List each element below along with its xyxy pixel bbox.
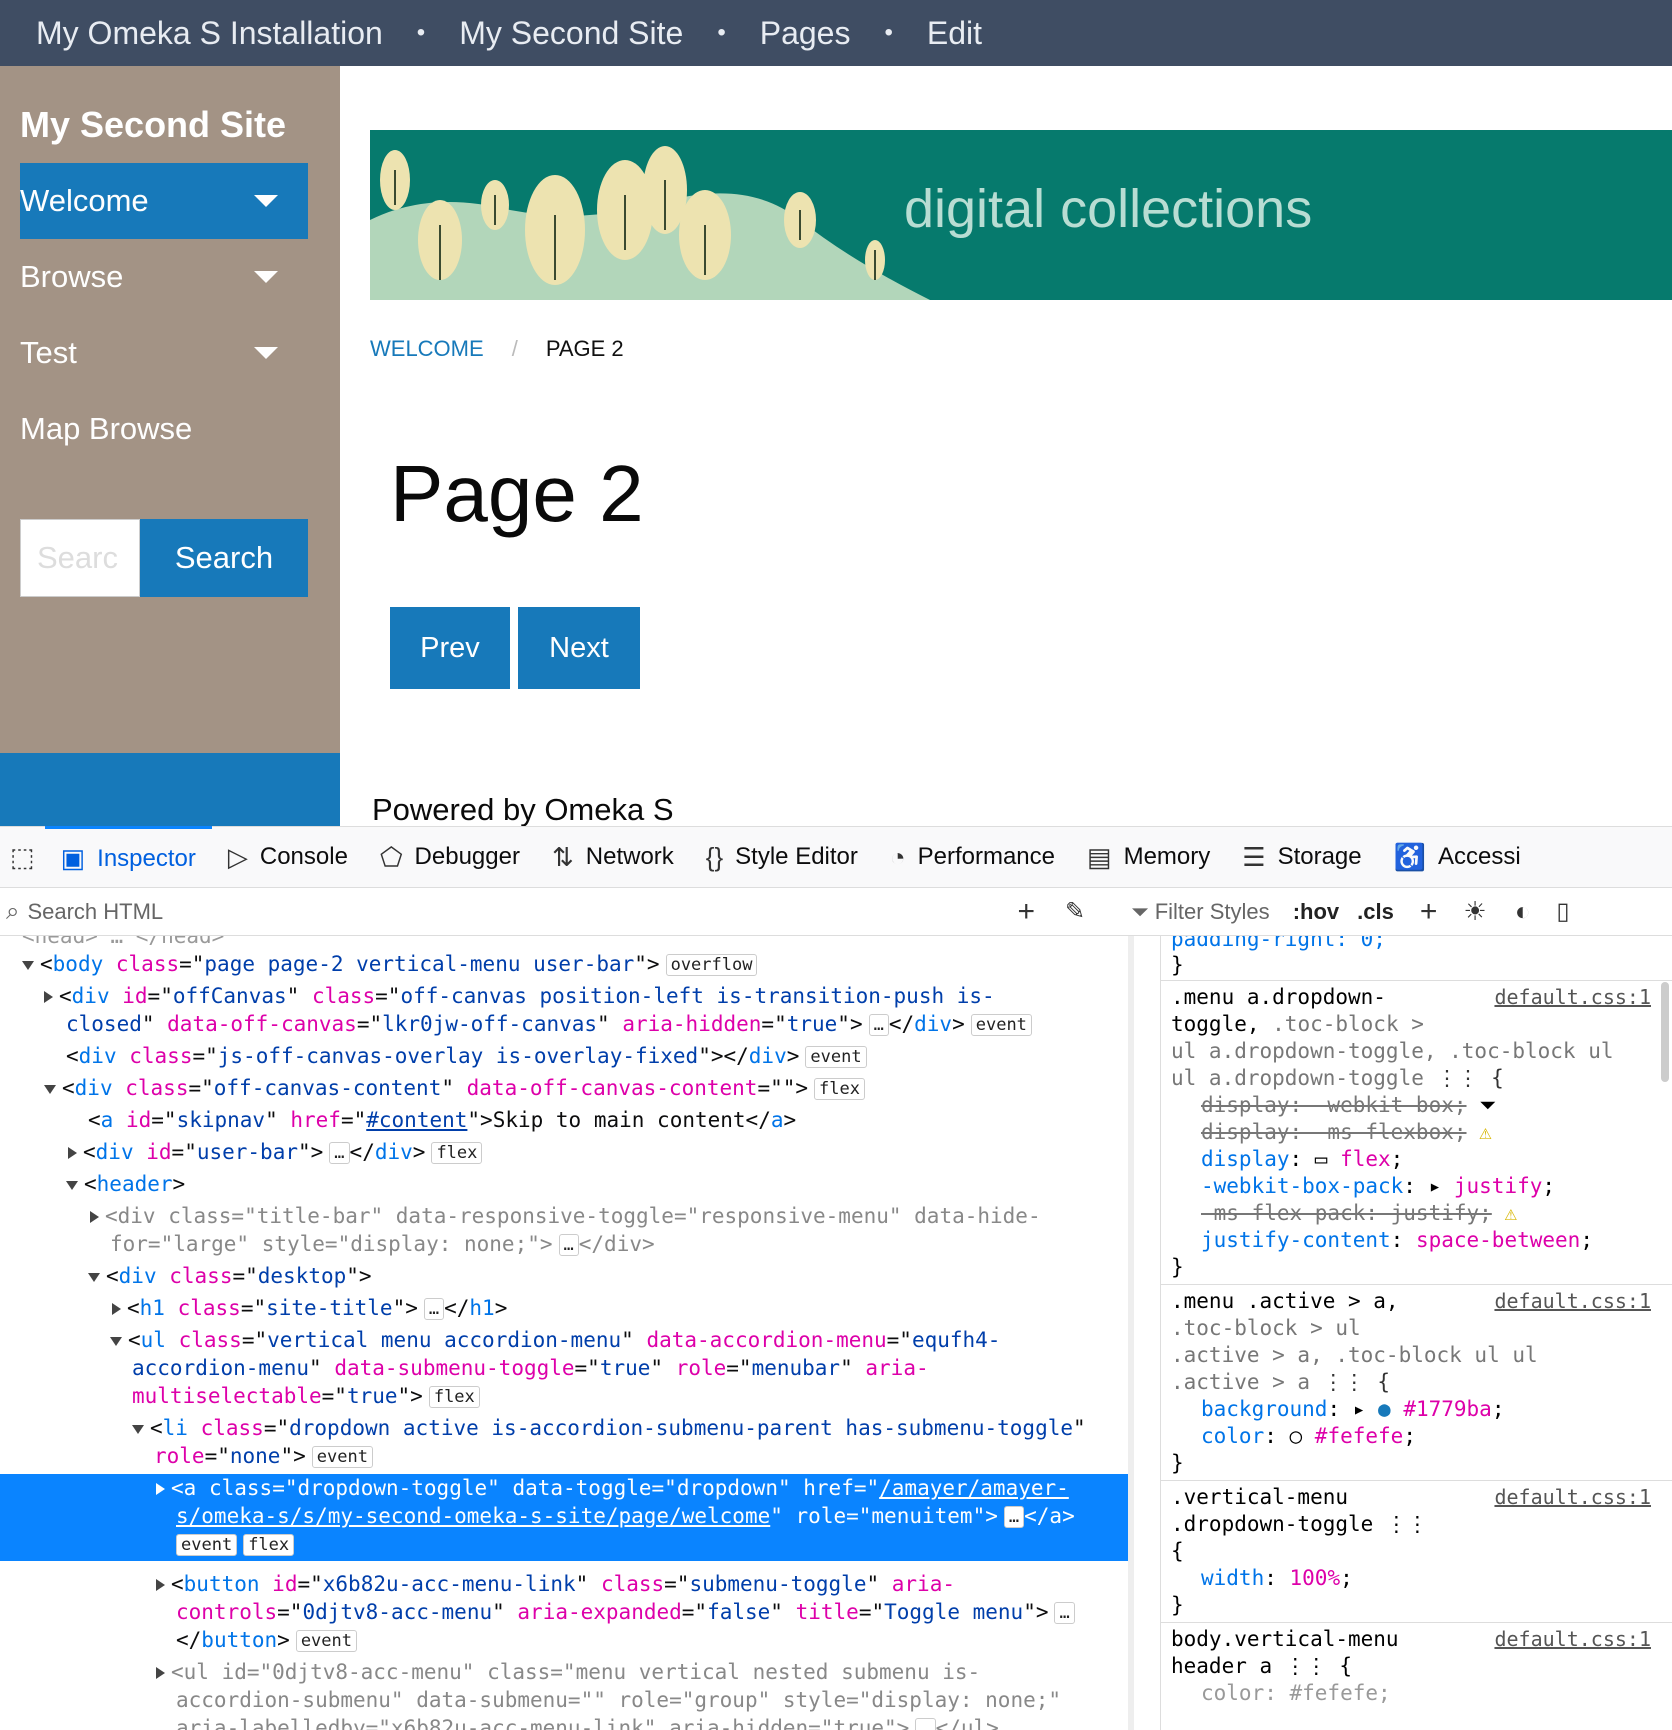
breadcrumb: WELCOME / PAGE 2 xyxy=(370,336,624,362)
dark-theme-icon[interactable]: ◐ xyxy=(1515,896,1531,927)
add-rule-icon[interactable]: + xyxy=(1420,895,1438,929)
crumb-separator: • xyxy=(717,19,726,46)
performance-icon: ◔ xyxy=(889,841,906,872)
search-input[interactable]: Searc xyxy=(20,519,140,597)
crumb-pages[interactable]: Pages xyxy=(760,15,851,52)
hov-toggle[interactable]: :hov xyxy=(1293,899,1339,925)
crumb-separator: • xyxy=(884,19,893,46)
tab-storage[interactable]: ☰ Storage xyxy=(1226,826,1377,888)
banner-text: digital collections xyxy=(904,179,1313,239)
tab-style-editor[interactable]: {} Style Editor xyxy=(690,826,874,888)
page-title: Page 2 xyxy=(390,449,644,538)
tab-inspector[interactable]: ▣ Inspector xyxy=(44,826,212,888)
selected-node-row[interactable]: <a class="dropdown-toggle" data-toggle="… xyxy=(0,1474,1134,1561)
next-button[interactable]: Next xyxy=(518,607,640,689)
filter-styles-input[interactable]: Filter Styles xyxy=(1155,899,1285,925)
crumb-separator: • xyxy=(416,19,426,46)
console-icon: ▷ xyxy=(227,841,248,872)
eyedropper-icon[interactable]: ✎ xyxy=(1065,897,1085,926)
menu-item-label: Welcome xyxy=(20,183,149,218)
admin-breadcrumb-bar: My Omeka S Installation • My Second Site… xyxy=(0,0,1672,66)
devtools-tabbar: ⬚ ▣ Inspector ▷ Console ⬠ Debugger ⇅ Network… xyxy=(0,826,1672,888)
site-banner: digital collections xyxy=(370,130,1672,300)
network-icon: ⇅ xyxy=(551,841,574,872)
breadcrumb-separator: / xyxy=(511,336,518,361)
menu-item-test[interactable]: Test xyxy=(20,315,308,391)
crumb-installation[interactable]: My Omeka S Installation xyxy=(36,15,383,52)
crumb-edit[interactable]: Edit xyxy=(927,15,982,52)
search-button[interactable]: Search xyxy=(140,519,308,597)
accessibility-icon: ♿ xyxy=(1393,841,1426,872)
site-title[interactable]: My Second Site xyxy=(20,104,286,146)
menu-item-welcome[interactable]: Welcome xyxy=(20,163,308,239)
caret-down-icon[interactable] xyxy=(254,271,278,283)
tab-network[interactable]: ⇅ Network xyxy=(536,826,690,888)
inspector-icon: ▣ xyxy=(60,843,86,873)
sidebar-footer-strip xyxy=(0,753,340,826)
crumb-site[interactable]: My Second Site xyxy=(459,15,683,52)
tab-debugger[interactable]: ⬠ Debugger xyxy=(364,826,536,888)
filter-icon: ⏷ xyxy=(1131,898,1149,924)
breadcrumb-current: PAGE 2 xyxy=(545,336,624,361)
memory-icon: ▤ xyxy=(1087,841,1112,872)
prev-button[interactable]: Prev xyxy=(390,607,510,689)
tab-performance[interactable]: ◔ Performance xyxy=(874,826,1071,888)
menu-item-map-browse[interactable]: Map Browse xyxy=(20,391,308,467)
menu-item-label: Map Browse xyxy=(20,411,193,446)
devtools-toolbar: ⌕ Search HTML + ✎ ⏷ Filter Styles :hov .… xyxy=(0,888,1672,936)
menu-item-browse[interactable]: Browse xyxy=(20,239,308,315)
add-node-icon[interactable]: + xyxy=(1017,895,1035,929)
menu-item-label: Browse xyxy=(20,259,124,294)
cls-toggle[interactable]: .cls xyxy=(1357,899,1394,925)
search-html-input[interactable]: Search HTML xyxy=(27,899,1017,925)
markup-view: <head> … </head> <body class="page page-… xyxy=(0,936,1134,1730)
breadcrumb-welcome[interactable]: WELCOME xyxy=(370,336,484,362)
menu-item-label: Test xyxy=(20,335,77,370)
element-picker-icon[interactable]: ⬚ xyxy=(0,826,45,888)
debugger-icon: ⬠ xyxy=(379,841,403,872)
style-editor-icon: {} xyxy=(705,841,724,872)
storage-icon: ☰ xyxy=(1242,841,1266,872)
search-icon: ⌕ xyxy=(6,897,20,925)
rules-view: padding-right: 0; } .menu a.dropdown-def… xyxy=(1160,936,1672,1730)
light-theme-icon[interactable]: ☀ xyxy=(1463,896,1486,927)
sidebar: My Second Site Welcome Browse Test Map B… xyxy=(0,66,340,753)
caret-down-icon[interactable] xyxy=(254,347,278,359)
tab-accessibility[interactable]: ♿ Accessi xyxy=(1378,826,1537,888)
caret-down-icon[interactable] xyxy=(254,195,278,207)
tab-console[interactable]: ▷ Console xyxy=(212,826,364,888)
powered-by: Powered by Omeka S xyxy=(372,792,674,827)
tab-memory[interactable]: ▤ Memory xyxy=(1071,826,1226,888)
print-media-icon[interactable]: ▯ xyxy=(1556,897,1569,926)
